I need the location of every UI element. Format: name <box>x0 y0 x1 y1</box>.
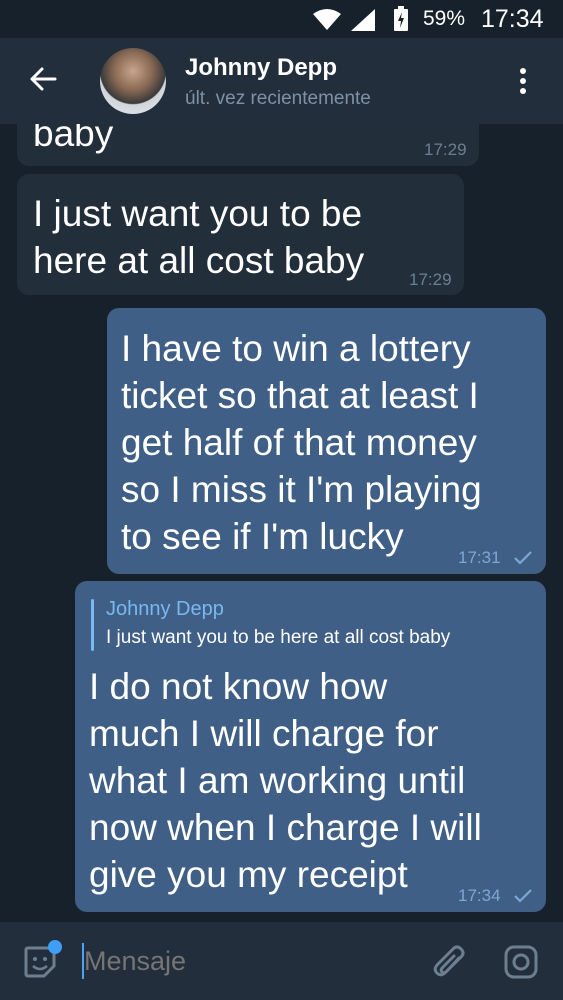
reply-text: I just want you to be here at all cost b… <box>106 627 451 648</box>
last-seen-status: últ. vez recientemente <box>185 88 371 109</box>
message-bubble-outgoing[interactable]: Johnny Depp I just want you to be here a… <box>75 581 546 912</box>
status-bar: 59% 17:34 <box>0 0 563 38</box>
battery-icon <box>394 6 408 31</box>
message-text-line: give you my receipt <box>89 854 408 895</box>
message-text-line: now when I charge I will <box>89 807 482 848</box>
avatar[interactable] <box>100 48 166 114</box>
clock: 17:34 <box>481 5 544 33</box>
check-icon <box>514 889 532 903</box>
notification-dot <box>48 940 62 954</box>
attach-icon[interactable] <box>432 944 468 982</box>
signal-icon <box>351 9 375 31</box>
wifi-icon <box>313 9 341 30</box>
back-arrow-icon[interactable] <box>28 64 58 94</box>
message-text-line: much I will charge for <box>89 713 439 754</box>
message-text-line: ticket so that at least I <box>121 375 479 416</box>
check-icon <box>514 551 532 565</box>
reply-author: Johnny Depp <box>106 598 224 620</box>
message-bubble-incoming[interactable]: I just want you to be here at all cost b… <box>17 174 464 295</box>
message-text-line: so I miss it I'm playing <box>121 469 482 510</box>
message-text-line: I just want you to be <box>33 193 363 234</box>
message-bubble-outgoing[interactable]: I have to win a lottery ticket so that a… <box>107 308 546 574</box>
message-input[interactable] <box>84 946 404 977</box>
message-composer <box>0 922 563 1000</box>
message-text-line: get half of that money <box>121 422 477 463</box>
chat-header: Johnny Depp últ. vez recientemente <box>0 38 563 124</box>
message-text-line: what I am working until <box>89 760 466 801</box>
message-text-line: I have to win a lottery <box>121 328 471 369</box>
message-time: 17:29 <box>409 270 452 289</box>
message-text-line: I do not know how <box>89 666 388 707</box>
message-text-line: to see if I'm lucky <box>121 516 404 557</box>
message-text-line: here at all cost baby <box>33 240 365 281</box>
message-time: 17:29 <box>424 140 467 159</box>
camera-icon[interactable] <box>503 944 539 980</box>
battery-percent: 59% <box>423 7 466 30</box>
contact-name[interactable]: Johnny Depp <box>185 54 337 82</box>
more-vert-icon[interactable] <box>518 66 528 96</box>
reply-bar <box>91 599 94 651</box>
message-time: 17:34 <box>458 886 501 905</box>
message-time: 17:31 <box>458 548 501 567</box>
